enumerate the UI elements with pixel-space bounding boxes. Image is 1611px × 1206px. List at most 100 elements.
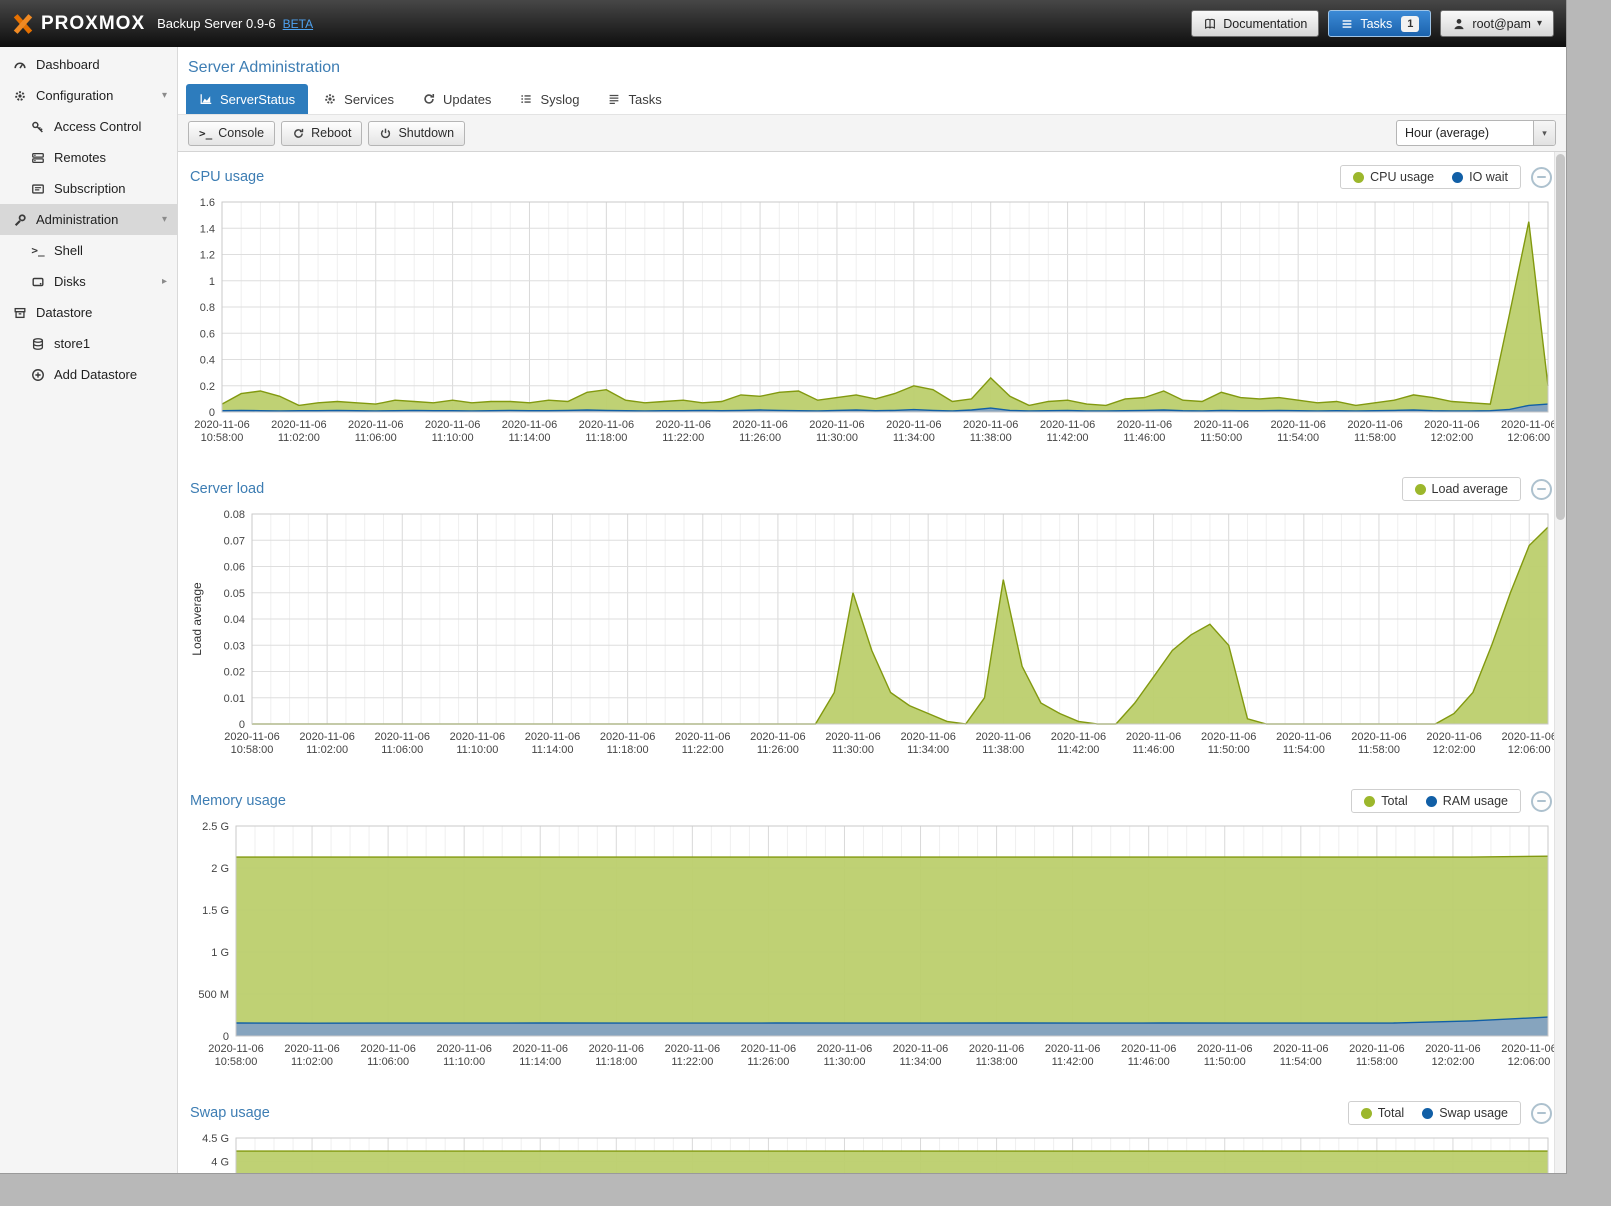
- svg-text:2020-11-06: 2020-11-06: [299, 731, 354, 743]
- sidebar-item-access-control[interactable]: Access Control: [0, 111, 177, 142]
- svg-text:1: 1: [209, 276, 215, 288]
- documentation-button[interactable]: Documentation: [1191, 10, 1319, 37]
- svg-text:2020-11-06: 2020-11-06: [1117, 419, 1172, 431]
- timeframe-select[interactable]: Hour (average) ▾: [1396, 120, 1556, 146]
- svg-text:2020-11-06: 2020-11-06: [741, 1043, 796, 1055]
- tab-syslog[interactable]: Syslog: [506, 84, 592, 114]
- panel-title: CPU usage: [190, 169, 264, 185]
- sidebar: Dashboard Configuration ▾ Access Control: [0, 47, 178, 1173]
- reboot-button[interactable]: Reboot: [281, 121, 362, 146]
- collapse-panel-button[interactable]: [1531, 1103, 1552, 1124]
- svg-text:11:50:00: 11:50:00: [1204, 1056, 1246, 1068]
- svg-text:Load average: Load average: [190, 582, 204, 656]
- book-icon: [1203, 17, 1217, 31]
- sidebar-item-subscription[interactable]: Subscription: [0, 173, 177, 204]
- svg-text:2020-11-06: 2020-11-06: [360, 1043, 415, 1055]
- svg-text:2020-11-06: 2020-11-06: [1045, 1043, 1100, 1055]
- beta-link[interactable]: BETA: [283, 17, 313, 31]
- sidebar-item-administration[interactable]: Administration ▾: [0, 204, 177, 235]
- svg-text:11:18:00: 11:18:00: [585, 432, 627, 444]
- tab-updates[interactable]: Updates: [409, 84, 504, 114]
- svg-text:11:02:00: 11:02:00: [291, 1056, 333, 1068]
- terminal-icon: >_: [30, 244, 46, 257]
- svg-text:2020-11-06: 2020-11-06: [732, 419, 787, 431]
- legend-label: RAM usage: [1443, 794, 1508, 808]
- header-actions: Documentation Tasks 1 root@pam ▾: [1191, 10, 1554, 37]
- app-title: Backup Server 0.9-6: [157, 16, 276, 31]
- tab-tasks[interactable]: Tasks: [594, 84, 674, 114]
- proxmox-logo: PROXMOX: [12, 13, 145, 35]
- scrollbar-thumb[interactable]: [1556, 154, 1565, 520]
- svg-text:11:38:00: 11:38:00: [976, 1056, 1018, 1068]
- collapse-panel-button[interactable]: [1531, 479, 1552, 500]
- tasks-label: Tasks: [1360, 17, 1392, 31]
- svg-text:11:50:00: 11:50:00: [1200, 432, 1242, 444]
- svg-text:12:06:00: 12:06:00: [1508, 1056, 1551, 1068]
- sidebar-item-datastore[interactable]: Datastore: [0, 297, 177, 328]
- legend-item: Load average: [1415, 482, 1508, 496]
- svg-text:11:02:00: 11:02:00: [306, 744, 348, 756]
- sidebar-item-label: Access Control: [54, 119, 141, 134]
- svg-text:0.04: 0.04: [224, 614, 245, 626]
- reboot-label: Reboot: [311, 126, 351, 140]
- sidebar-item-label: Configuration: [36, 88, 113, 103]
- user-label: root@pam: [1472, 17, 1531, 31]
- svg-text:11:54:00: 11:54:00: [1280, 1056, 1322, 1068]
- svg-text:11:22:00: 11:22:00: [662, 432, 704, 444]
- sidebar-item-add-datastore[interactable]: Add Datastore: [0, 359, 177, 390]
- sidebar-item-disks[interactable]: Disks ▸: [0, 266, 177, 297]
- svg-text:0.01: 0.01: [224, 693, 245, 705]
- terminal-icon: >_: [199, 127, 212, 140]
- svg-text:11:46:00: 11:46:00: [1128, 1056, 1170, 1068]
- legend-dot: [1422, 1108, 1433, 1119]
- wrench-icon: [12, 213, 28, 227]
- list-icon: [519, 92, 533, 106]
- sidebar-item-configuration[interactable]: Configuration ▾: [0, 80, 177, 111]
- svg-text:2020-11-06: 2020-11-06: [375, 731, 430, 743]
- svg-text:11:58:00: 11:58:00: [1354, 432, 1396, 444]
- svg-text:11:50:00: 11:50:00: [1208, 744, 1250, 756]
- svg-text:11:26:00: 11:26:00: [747, 1056, 789, 1068]
- svg-text:11:42:00: 11:42:00: [1047, 432, 1089, 444]
- chevron-down-icon[interactable]: ▾: [1533, 121, 1555, 145]
- sidebar-item-shell[interactable]: >_ Shell: [0, 235, 177, 266]
- sidebar-item-dashboard[interactable]: Dashboard: [0, 49, 177, 80]
- collapse-panel-button[interactable]: [1531, 791, 1552, 812]
- server-load-chart: 00.010.020.030.040.050.060.070.082020-11…: [188, 506, 1554, 768]
- svg-text:11:42:00: 11:42:00: [1057, 744, 1099, 756]
- timeframe-value: Hour (average): [1397, 121, 1533, 145]
- user-menu-button[interactable]: root@pam ▾: [1440, 10, 1554, 37]
- svg-text:11:26:00: 11:26:00: [757, 744, 799, 756]
- sidebar-item-remotes[interactable]: Remotes: [0, 142, 177, 173]
- svg-text:11:46:00: 11:46:00: [1133, 744, 1175, 756]
- gears-icon: [12, 89, 28, 103]
- collapse-panel-button[interactable]: [1531, 167, 1552, 188]
- tab-serverstatus[interactable]: ServerStatus: [186, 84, 308, 114]
- svg-text:12:06:00: 12:06:00: [1507, 432, 1550, 444]
- sidebar-item-label: Dashboard: [36, 57, 100, 72]
- legend-item: IO wait: [1452, 170, 1508, 184]
- legend-item: Total: [1361, 1106, 1404, 1120]
- svg-text:0.07: 0.07: [224, 535, 245, 547]
- svg-text:2020-11-06: 2020-11-06: [1197, 1043, 1252, 1055]
- svg-text:2020-11-06: 2020-11-06: [284, 1043, 339, 1055]
- sidebar-item-label: Datastore: [36, 305, 92, 320]
- tasks-button[interactable]: Tasks 1: [1328, 10, 1431, 37]
- console-button[interactable]: >_ Console: [188, 121, 275, 146]
- sidebar-item-store1[interactable]: store1: [0, 328, 177, 359]
- shutdown-button[interactable]: Shutdown: [368, 121, 465, 146]
- vertical-scrollbar[interactable]: [1554, 152, 1566, 1173]
- svg-text:2020-11-06: 2020-11-06: [1126, 731, 1181, 743]
- svg-text:2020-11-06: 2020-11-06: [224, 731, 279, 743]
- panel-header: Server load Load average: [188, 472, 1554, 506]
- svg-text:4 G: 4 G: [211, 1156, 229, 1168]
- svg-text:2020-11-06: 2020-11-06: [513, 1043, 568, 1055]
- svg-text:11:54:00: 11:54:00: [1277, 432, 1319, 444]
- legend-label: CPU usage: [1370, 170, 1434, 184]
- main-content: Server Administration ServerStatus Servi…: [178, 47, 1566, 1173]
- caret-right-icon: ▸: [162, 276, 167, 287]
- svg-text:2020-11-06: 2020-11-06: [436, 1043, 491, 1055]
- tab-services[interactable]: Services: [310, 84, 407, 114]
- tab-label: Syslog: [540, 92, 579, 107]
- svg-text:2020-11-06: 2020-11-06: [579, 419, 634, 431]
